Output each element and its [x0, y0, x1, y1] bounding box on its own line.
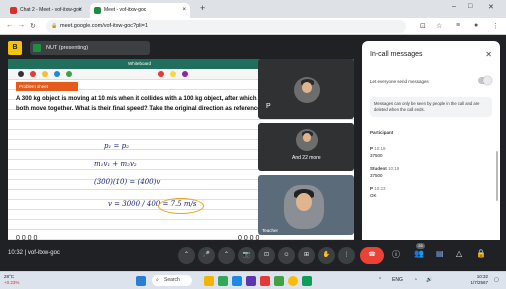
- info-icon[interactable]: ⓘ: [392, 249, 400, 260]
- extensions-icon[interactable]: ≡: [456, 22, 460, 29]
- activities-icon[interactable]: △: [456, 249, 462, 258]
- meet-favicon-icon: [10, 7, 17, 14]
- url-field[interactable]: 🔒 meet.google.com/vof-itxw-goc?pli=1: [46, 20, 406, 33]
- chat-icon[interactable]: ▤: [436, 249, 444, 258]
- green-pen-icon: [66, 71, 72, 77]
- blue-pen-icon: [54, 71, 60, 77]
- maximize-button[interactable]: □: [468, 3, 472, 10]
- chrome-icon[interactable]: [288, 276, 298, 286]
- browser-tabstrip: Chat 2 - Meet - vof-itxw-goc × Meet - vo…: [0, 0, 506, 18]
- equation-3: (300)(10) = (400)v: [94, 178, 161, 186]
- pen-icon: [18, 71, 24, 77]
- emoji-icon[interactable]: ☺: [278, 247, 295, 264]
- self-view-tile[interactable]: Teacher: [258, 175, 354, 235]
- chat-panel: In-call messages ✕ Let everyone send mes…: [362, 41, 500, 265]
- bookmark-star-icon[interactable]: ☆: [436, 22, 442, 30]
- chat-message: Participant: [370, 130, 394, 135]
- problem-text: A 300 kg object is moving at 10 m/s when…: [16, 96, 263, 112]
- microphone-icon[interactable]: 🎤: [198, 247, 215, 264]
- camera-options-icon[interactable]: ⌃: [218, 247, 235, 264]
- raise-hand-icon[interactable]: ✋: [318, 247, 335, 264]
- red-pen-icon: [30, 71, 36, 77]
- back-icon[interactable]: ←: [6, 22, 13, 29]
- menu-kebab-icon[interactable]: ⋮: [492, 22, 499, 30]
- present-screen-icon[interactable]: ⊞: [298, 247, 315, 264]
- forward-icon[interactable]: →: [18, 22, 25, 29]
- notifications-icon[interactable]: ▢: [494, 277, 499, 283]
- chat-notice: Messages can only be seen by people in t…: [370, 97, 492, 117]
- new-tab-button[interactable]: +: [200, 3, 205, 13]
- presenting-chip[interactable]: NUT (presenting): [30, 41, 150, 55]
- participant-avatar: [294, 77, 320, 103]
- close-tab-icon[interactable]: ×: [78, 3, 82, 18]
- host-controls-icon[interactable]: 🔒: [476, 249, 486, 258]
- presenter-avatar-icon: [33, 44, 41, 52]
- minimize-button[interactable]: –: [452, 3, 456, 10]
- chat-message: P 10:19 37500: [370, 146, 386, 158]
- cast-icon[interactable]: ⊡: [420, 22, 426, 30]
- participant-avatar: [296, 129, 318, 151]
- close-icon[interactable]: ✕: [485, 50, 492, 59]
- answer-circle: [158, 198, 204, 214]
- taskbar-clock[interactable]: 10:32 1/7/2567: [470, 274, 488, 286]
- close-window-button[interactable]: ✕: [488, 3, 494, 11]
- presenter-badge: B: [8, 41, 22, 55]
- start-icon[interactable]: [136, 276, 146, 286]
- edge-icon[interactable]: [232, 276, 242, 286]
- meet-favicon-icon: [94, 7, 101, 14]
- meet-stage: B NUT (presenting) Whiteboard Problem sh…: [0, 35, 506, 271]
- browser-tab-chat[interactable]: Chat 2 - Meet - vof-itxw-goc ×: [6, 3, 86, 18]
- meeting-time-code: 10:32 | vof-itxw-goc: [8, 250, 60, 256]
- volume-icon[interactable]: 🔊: [426, 277, 432, 283]
- chat-scrollbar[interactable]: [496, 151, 498, 201]
- people-icon[interactable]: 👥: [414, 249, 424, 258]
- highlighter-icon: [42, 71, 48, 77]
- teams-icon[interactable]: [246, 276, 256, 286]
- more-participants-tile[interactable]: And 22 more: [258, 123, 354, 171]
- more-options-icon[interactable]: ⋮: [338, 247, 355, 264]
- color-yellow-icon: [170, 71, 176, 77]
- chat-message: Student 10:19 37500: [370, 166, 400, 178]
- taskbar-app-icon[interactable]: [260, 276, 270, 286]
- profile-avatar-icon[interactable]: ●: [474, 22, 478, 29]
- end-call-button[interactable]: ☎: [360, 247, 384, 264]
- os-taskbar: 28°C +0.23% ⌕ Search ⌃ ENG ◔ 🔊 10:32 1/7…: [0, 271, 506, 289]
- captions-icon[interactable]: ⊡: [258, 247, 275, 264]
- sheet-header: Problem sheet: [16, 82, 78, 91]
- file-explorer-icon[interactable]: [204, 276, 214, 286]
- wifi-icon[interactable]: ◔: [414, 277, 417, 283]
- browser-tab-meet[interactable]: Meet - vof-itxw-goc ×: [90, 3, 190, 18]
- color-purple-icon: [182, 71, 188, 77]
- taskbar-search[interactable]: ⌕ Search: [152, 275, 192, 286]
- language-indicator[interactable]: ENG: [392, 277, 403, 283]
- taskbar-app-icon[interactable]: [302, 276, 312, 286]
- taskbar-app-icon[interactable]: [274, 276, 284, 286]
- mic-options-icon[interactable]: ⌃: [178, 247, 195, 264]
- color-red-icon: [158, 71, 164, 77]
- meeting-controls: 10:32 | vof-itxw-goc ⌃ 🎤 ⌃ 📷 ⊡ ☺ ⊞ ✋ ⋮ ☎…: [0, 240, 506, 271]
- camera-icon[interactable]: 📷: [238, 247, 255, 264]
- allow-messages-toggle[interactable]: [478, 76, 492, 85]
- participant-tile[interactable]: P: [258, 59, 354, 119]
- search-icon: ⌕: [156, 277, 159, 283]
- chat-message: P 10:23 OK: [370, 186, 386, 198]
- reload-icon[interactable]: ↻: [30, 22, 36, 30]
- address-bar-row: ← → ↻ 🔒 meet.google.com/vof-itxw-goc?pli…: [0, 18, 506, 35]
- allow-messages-label: Let everyone send messages: [370, 79, 429, 84]
- equation-1: p₁ = p₂: [104, 142, 129, 150]
- equation-2: m₁v₁ + m₂v₂: [94, 160, 137, 168]
- chat-title: In-call messages: [370, 51, 423, 58]
- close-tab-icon[interactable]: ×: [182, 3, 186, 18]
- taskbar-app-icon[interactable]: [218, 276, 228, 286]
- weather-widget[interactable]: 28°C +0.23%: [4, 274, 19, 286]
- webcam-person: [284, 185, 324, 229]
- tray-overflow-icon[interactable]: ⌃: [378, 277, 382, 283]
- lock-icon: 🔒: [51, 23, 58, 29]
